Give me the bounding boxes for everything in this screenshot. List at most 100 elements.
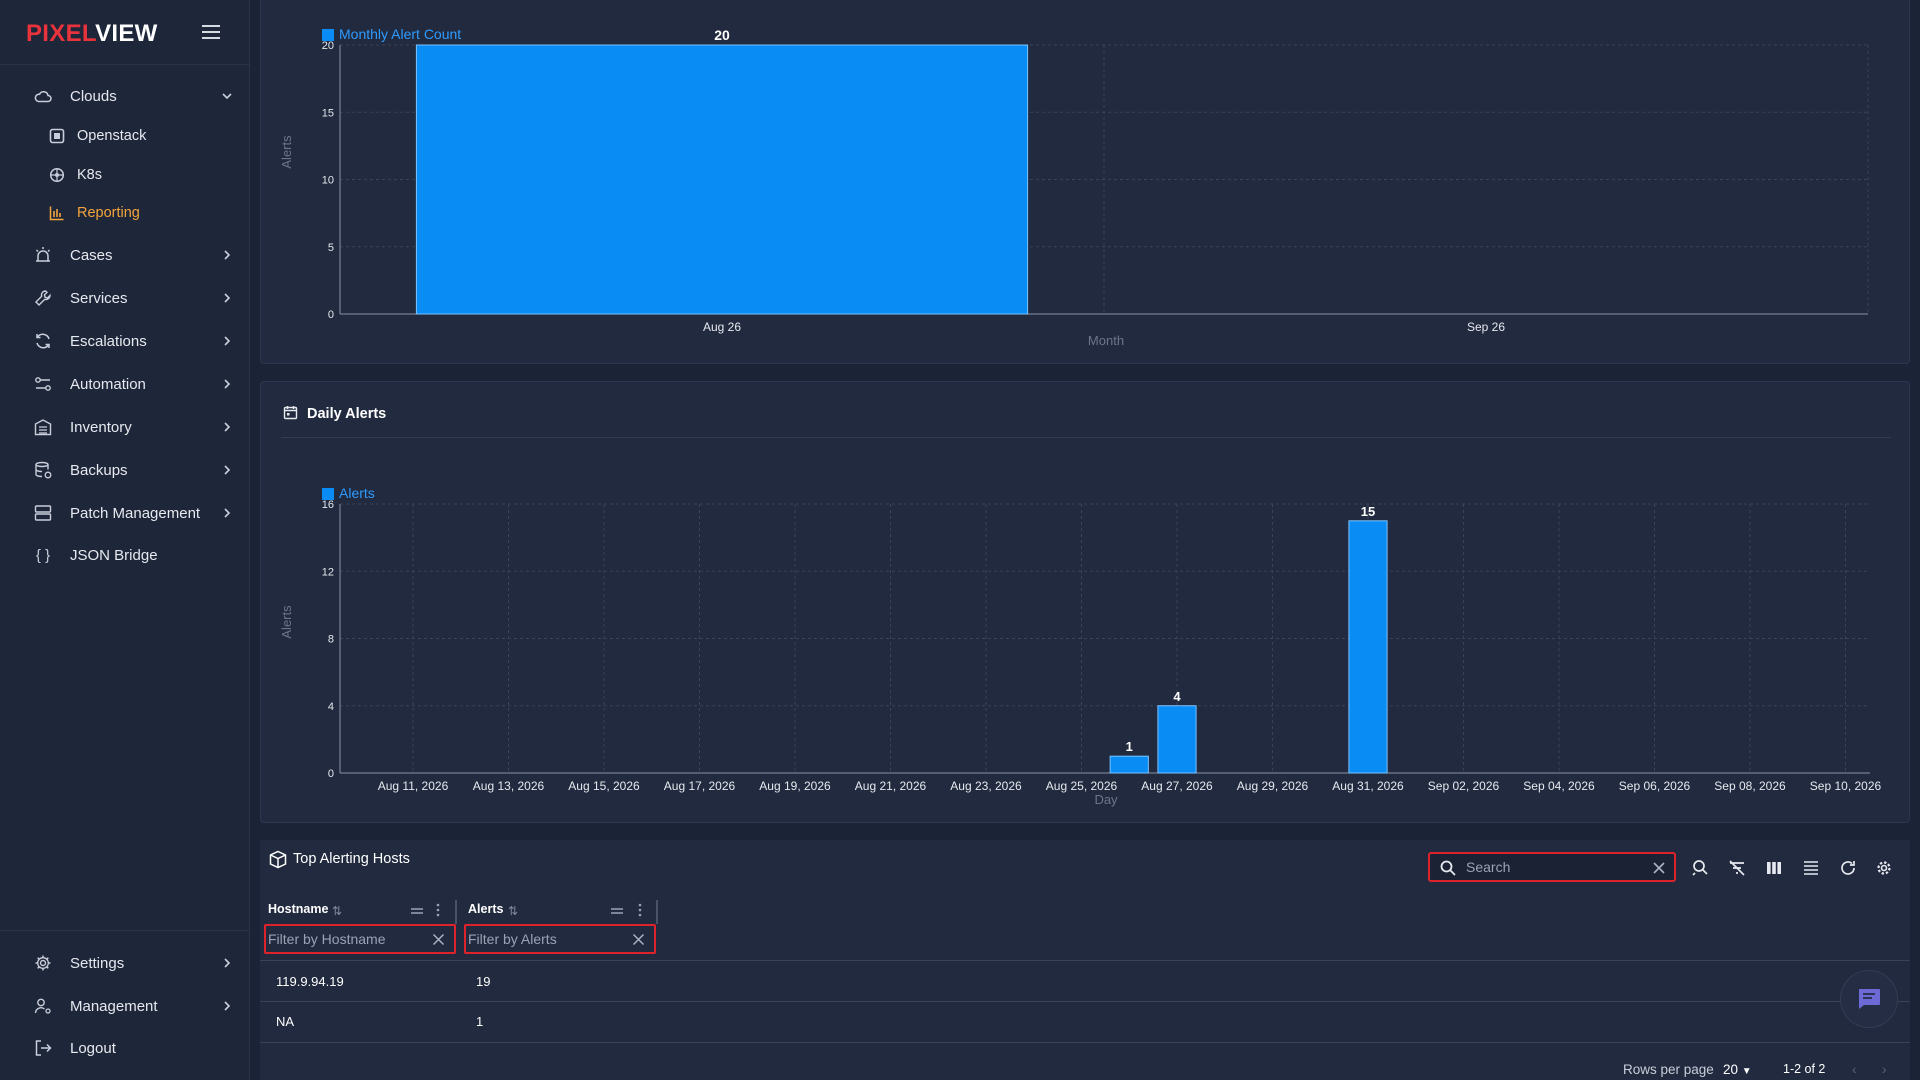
column-menu-icon[interactable] — [638, 903, 642, 917]
hostname-filter-input[interactable] — [268, 930, 418, 948]
boxes-icon — [268, 850, 288, 875]
table-settings-button[interactable] — [1872, 856, 1896, 880]
sync-icon — [33, 331, 53, 351]
density-icon — [1804, 861, 1818, 875]
density-button[interactable] — [1799, 856, 1823, 880]
sidebar-item-cases[interactable]: Cases — [0, 238, 250, 272]
sidebar-item-openstack[interactable]: Openstack — [0, 121, 250, 151]
drag-handle-icon[interactable] — [410, 906, 424, 916]
sort-icon[interactable]: ⇅ — [508, 904, 518, 918]
sidebar-item-inventory[interactable]: Inventory — [0, 410, 250, 444]
y-tick-label: 8 — [328, 634, 334, 646]
sidebar-divider — [0, 64, 250, 65]
sidebar-item-automation[interactable]: Automation — [0, 367, 250, 401]
chat-button[interactable] — [1840, 970, 1898, 1028]
sidebar-item-label: Reporting — [77, 205, 140, 221]
x-tick-label: Aug 15, 2026 — [568, 779, 640, 793]
chevron-right-icon — [224, 465, 231, 475]
filter-toggle-button[interactable] — [1725, 856, 1749, 880]
alerts-filter-input[interactable] — [468, 930, 618, 948]
column-label: Hostname — [268, 902, 329, 916]
clear-filter-icon[interactable] — [432, 933, 445, 951]
brand-part-1: PIXEL — [26, 20, 96, 47]
row-divider — [260, 1001, 1910, 1002]
sidebar-item-label: Clouds — [70, 87, 117, 105]
sidebar-item-backups[interactable]: Backups — [0, 453, 250, 487]
sidebar-item-settings[interactable]: Settings — [0, 946, 250, 980]
chevron-right-icon — [224, 293, 231, 303]
monthly-alerts-panel: 0 5 10 15 20 Aug 26 20 Sep 26 Monthly Alert Cou… — [260, 0, 1910, 364]
caret-down-icon: ▼ — [1741, 1066, 1752, 1077]
column-menu-icon[interactable] — [436, 903, 440, 917]
sidebar-item-label: Cases — [70, 246, 113, 264]
sidebar-item-escalations[interactable]: Escalations — [0, 324, 250, 358]
sidebar-divider — [0, 930, 250, 931]
sidebar-item-logout[interactable]: Logout — [0, 1031, 250, 1065]
y-axis-label: Alerts — [279, 135, 294, 169]
y-tick-label: 12 — [322, 566, 334, 578]
sidebar-item-patch-management[interactable]: Patch Management — [0, 496, 250, 530]
x-tick-label: Sep 26 — [1467, 320, 1505, 334]
search-input[interactable] — [1466, 857, 1636, 877]
sidebar-item-json-bridge[interactable]: { } JSON Bridge — [0, 538, 250, 572]
sidebar-item-clouds[interactable]: Clouds — [0, 79, 250, 113]
y-tick-label: 5 — [328, 242, 334, 254]
chevron-right-icon — [224, 1001, 231, 1011]
sidebar-item-services[interactable]: Services — [0, 281, 250, 315]
sidebar-item-label: Logout — [70, 1039, 116, 1057]
gear-icon — [1877, 861, 1891, 875]
y-tick-label: 0 — [328, 768, 334, 780]
brand-logo[interactable]: PIXELVIEW — [26, 20, 158, 48]
prev-page-icon[interactable]: ‹ — [1852, 1062, 1857, 1077]
x-tick-label: Sep 10, 2026 — [1810, 779, 1882, 793]
column-header-alerts[interactable]: Alerts — [468, 902, 503, 916]
hostname-filter[interactable] — [264, 924, 456, 954]
x-tick-label: Aug 26 — [703, 320, 741, 334]
x-tick-label: Aug 29, 2026 — [1237, 779, 1309, 793]
columns-button[interactable] — [1762, 856, 1786, 880]
sidebar-item-k8s[interactable]: K8s — [0, 160, 250, 190]
monthly-alerts-chart: 0 5 10 15 20 Aug 26 20 Sep 26 Monthly Alert Cou… — [279, 26, 1869, 348]
alerts-filter[interactable] — [464, 924, 656, 954]
alerts-cell: 1 — [476, 1014, 484, 1029]
alarm-icon — [33, 245, 53, 265]
gear-icon — [33, 953, 53, 973]
menu-toggle-icon[interactable] — [202, 25, 220, 39]
y-axis-label: Alerts — [279, 605, 294, 639]
sort-icon[interactable]: ⇅ — [332, 904, 342, 918]
chart-legend[interactable]: Monthly Alert Count — [339, 26, 461, 42]
sidebar-item-management[interactable]: Management — [0, 989, 250, 1023]
chevron-down-icon — [222, 93, 232, 100]
bar-value-label: 1 — [1126, 739, 1133, 754]
pagination-range: 1-2 of 2 — [1783, 1062, 1826, 1076]
y-tick-label: 15 — [322, 107, 334, 119]
column-label: Alerts — [468, 902, 504, 916]
refresh-button[interactable] — [1836, 856, 1860, 880]
hostname-cell: 119.9.94.19 — [276, 974, 344, 989]
rows-per-page-select[interactable]: 20 ▼ — [1723, 1062, 1752, 1077]
clear-filter-icon[interactable] — [632, 933, 645, 951]
openstack-icon — [48, 127, 66, 145]
app-root: PIXELVIEW Clouds Openstack K8s Reporting… — [0, 0, 1920, 1080]
x-tick-label: Aug 23, 2026 — [950, 779, 1022, 793]
sidebar-item-label: Automation — [70, 375, 146, 393]
drag-handle-icon[interactable] — [610, 906, 624, 916]
x-tick-label: Sep 04, 2026 — [1523, 779, 1595, 793]
sidebar-item-reporting[interactable]: Reporting — [0, 198, 250, 228]
daily-alerts-panel: Daily Alerts 0 4 8 12 16 Aug 11, 2026 Aug 13, … — [260, 381, 1910, 823]
legend-swatch — [322, 488, 334, 500]
search-toggle-button[interactable] — [1688, 856, 1712, 880]
hostname-cell: NA — [276, 1014, 295, 1029]
clear-search-icon[interactable] — [1652, 861, 1666, 880]
y-tick-label: 4 — [328, 701, 334, 713]
column-resizer[interactable] — [455, 900, 457, 924]
column-header-hostname[interactable]: Hostname — [268, 902, 328, 916]
bar-value-label: 20 — [714, 27, 730, 43]
filter-off-icon — [1729, 860, 1745, 876]
chart-legend[interactable]: Alerts — [339, 485, 375, 501]
next-page-icon[interactable]: › — [1882, 1062, 1887, 1077]
search-field[interactable] — [1428, 852, 1676, 882]
column-resizer[interactable] — [656, 900, 658, 924]
daily-alerts-chart: 0 4 8 12 16 Aug 11, 2026 Aug 13, 2026 Aug 15, 2… — [279, 485, 1882, 807]
x-tick-label: Aug 19, 2026 — [759, 779, 831, 793]
